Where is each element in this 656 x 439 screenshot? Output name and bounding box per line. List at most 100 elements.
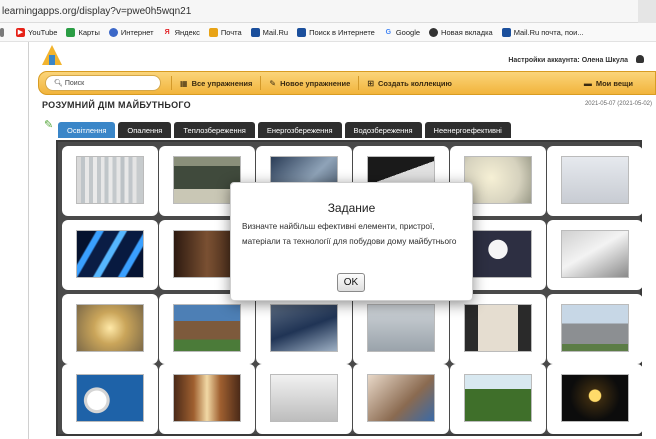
nav-new-exercise-label: Новое упражнение xyxy=(280,78,351,88)
puzzle-piece[interactable] xyxy=(547,146,643,216)
user-icon xyxy=(636,55,644,63)
bookmark-mailru-mail[interactable]: Mail.Ru почта, пои... xyxy=(501,27,584,37)
tab-energy-saving[interactable]: Енергозбереження xyxy=(257,122,342,138)
bookmark-label: Яндекс xyxy=(174,27,200,37)
led-strip-image xyxy=(76,230,144,278)
bookmark-internet[interactable]: Интернет xyxy=(108,27,154,37)
nav-my-exercises[interactable]: ▬ Мои вещи xyxy=(576,76,641,90)
puzzle-piece[interactable] xyxy=(62,220,158,290)
search-placeholder: Поиск xyxy=(64,80,85,87)
grid-icon: ▦ xyxy=(180,78,188,88)
ok-button[interactable]: OK xyxy=(337,273,365,292)
dialog-text: Визначте найбільш ефективні елементи, пр… xyxy=(242,222,457,246)
tab-heat-saving[interactable]: Теплозбереження xyxy=(174,122,255,138)
youtube-icon: ▶ xyxy=(16,27,25,37)
puzzle-piece[interactable] xyxy=(62,294,158,364)
nav-create-collection[interactable]: ⊞ Создать коллекцию xyxy=(358,76,460,90)
account-label: Настройки аккаунта: Олена Шкула xyxy=(508,57,629,64)
bookmark-new-tab[interactable]: Новая вкладка xyxy=(429,27,493,37)
insulation-image xyxy=(367,304,435,352)
wooden-door-image xyxy=(173,374,241,422)
bookmark-label: YouTube xyxy=(28,27,58,37)
night-light-image xyxy=(76,304,144,352)
main-navbar: 🔍︎ Поиск ▦ Все упражнения ✎ Новое упражн… xyxy=(38,71,656,95)
puzzle-piece[interactable] xyxy=(353,294,449,364)
puzzle-piece[interactable] xyxy=(159,294,255,364)
bookmark-label: Mail.Ru xyxy=(262,27,289,37)
bookmark-yandex[interactable]: Я Яндекс xyxy=(163,28,200,37)
wiring-diagram-image xyxy=(561,156,629,204)
bookmark-label: Google xyxy=(395,27,421,37)
url-text[interactable]: learningapps.org/display?v=pwe0h5wqn21 xyxy=(2,6,191,17)
bookmark-maps[interactable]: Карты xyxy=(66,27,100,37)
washing-machine-image xyxy=(367,374,435,422)
house-image xyxy=(173,304,241,352)
page-left-border xyxy=(28,42,29,439)
account-settings-link[interactable]: Настройки аккаунта: Олена Шкула xyxy=(508,55,644,64)
puzzle-piece[interactable] xyxy=(547,294,643,364)
search-input[interactable]: 🔍︎ Поиск xyxy=(45,75,161,91)
nav-my-exercises-label: Мои вещи xyxy=(595,78,633,88)
nav-all-exercises-label: Все упражнения xyxy=(191,78,253,88)
app-window: learningapps.org/display?v=pwe0h5wqn21 ▶… xyxy=(0,0,656,439)
puzzle-piece[interactable] xyxy=(256,294,352,364)
puzzle-piece[interactable] xyxy=(159,364,255,434)
search-page-icon xyxy=(297,27,307,37)
maps-icon xyxy=(66,27,76,37)
tap-image xyxy=(270,374,338,422)
pencil-icon: ✎ xyxy=(269,78,277,88)
address-bar-right-edge xyxy=(638,0,656,23)
nav-new-exercise[interactable]: ✎ Новое упражнение xyxy=(260,76,358,90)
mail-icon xyxy=(208,27,218,37)
bookmark-label: Поиск в Интернете xyxy=(309,27,375,37)
bookmarks-bar: ▶ YouTube Карты Интернет Я Яндекс Почта Ma… xyxy=(0,23,656,42)
bookmark-youtube[interactable]: ▶ YouTube xyxy=(16,27,58,37)
mailru-icon xyxy=(250,27,260,37)
puzzle-piece[interactable] xyxy=(353,364,449,434)
puzzle-piece[interactable] xyxy=(450,294,546,364)
bookmark-apps[interactable] xyxy=(0,27,7,37)
bookmark-label: Новая вкладка xyxy=(441,27,493,37)
edit-exercise-icon[interactable]: ✎ xyxy=(44,118,56,131)
puzzle-piece[interactable] xyxy=(547,364,643,434)
tab-lighting[interactable]: Освітлення xyxy=(58,122,116,138)
nav-create-collection-label: Создать коллекцию xyxy=(377,78,452,88)
mailru-icon xyxy=(501,27,511,37)
bookmark-label: Почта xyxy=(220,27,242,37)
category-tabs: Освітлення Опалення Теплозбереження Енер… xyxy=(58,122,514,138)
page-date: 2021-05-07 (2021-05-02) xyxy=(584,101,652,107)
folder-icon: ▬ xyxy=(583,78,592,88)
globe-icon xyxy=(108,27,118,37)
tab-water-saving[interactable]: Водозбереження xyxy=(344,122,422,138)
puzzle-piece[interactable] xyxy=(547,220,643,290)
puzzle-piece[interactable] xyxy=(450,364,546,434)
google-icon: G xyxy=(385,28,392,36)
modern-house-image xyxy=(561,304,629,352)
logo-icon xyxy=(42,45,62,65)
puzzle-piece[interactable] xyxy=(62,146,158,216)
bookmark-label: Интернет xyxy=(120,27,154,37)
learningapps-logo[interactable] xyxy=(40,43,200,67)
tab-heating[interactable]: Опалення xyxy=(118,122,172,138)
bookmark-mail[interactable]: Почта xyxy=(208,27,242,37)
bookmark-label: Карты xyxy=(78,27,100,37)
radiator-image xyxy=(76,156,144,204)
bookmark-mailru[interactable]: Mail.Ru xyxy=(250,27,289,37)
search-icon: 🔍︎ xyxy=(54,80,63,87)
dialog-title: Задание xyxy=(327,201,376,215)
incandescent-bulb-image xyxy=(561,374,629,422)
bookmark-google[interactable]: G Google xyxy=(384,28,420,37)
wall-lamp-image xyxy=(464,156,532,204)
task-dialog: Задание Визначте найбільш ефективні елем… xyxy=(230,182,473,301)
yandex-icon: Я xyxy=(164,28,170,36)
bookmark-search-internet[interactable]: Поиск в Интернете xyxy=(297,27,375,37)
solar-panel-image xyxy=(270,304,338,352)
nav-all-exercises[interactable]: ▦ Все упражнения xyxy=(171,76,260,90)
led-bulb-image xyxy=(464,230,532,278)
tab-non-efficient[interactable]: Неенергоефективні xyxy=(424,122,511,138)
garden-image xyxy=(464,374,532,422)
puzzle-piece[interactable] xyxy=(62,364,158,434)
bookmark-label: Mail.Ru почта, пои... xyxy=(513,27,584,37)
puzzle-piece[interactable] xyxy=(256,364,352,434)
address-bar[interactable]: learningapps.org/display?v=pwe0h5wqn21 xyxy=(0,0,656,23)
